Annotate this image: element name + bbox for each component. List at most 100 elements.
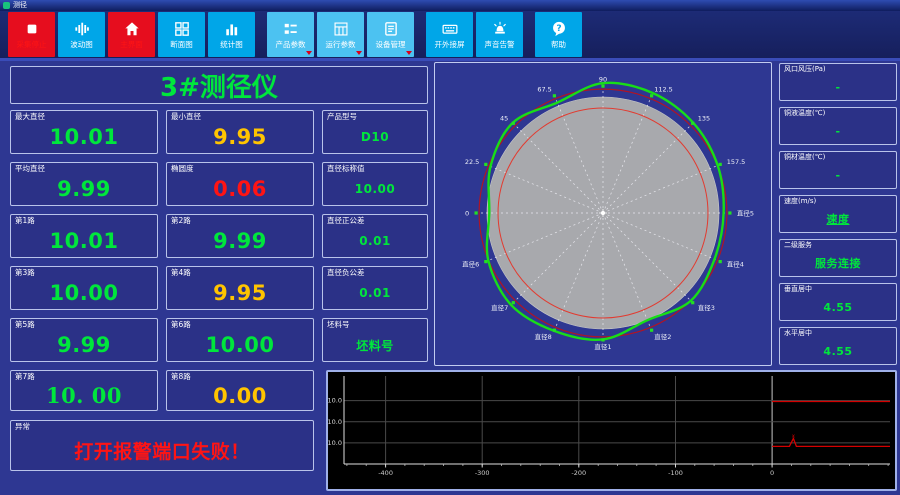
main-screen-button[interactable]: 主界面 [108, 12, 155, 57]
field-label: 最小直径 [171, 112, 201, 121]
field-label: 平均直径 [15, 164, 45, 173]
field-label: 最大直径 [15, 112, 45, 121]
dropdown-arrow-icon [356, 51, 362, 55]
vertical-center-value: 4.55 [823, 300, 853, 314]
dropdown-arrow-icon [306, 51, 312, 55]
panel-label: 铜材温度(℃) [784, 153, 826, 161]
panel-label: 铜液温度(℃) [784, 109, 826, 117]
toolbar-button-label: 断面图 [170, 39, 193, 49]
help-button[interactable]: ? 帮助 [535, 12, 582, 57]
svg-text:?: ? [556, 24, 561, 34]
nominal-diameter-field: 直径标称值 10.00 [322, 162, 428, 206]
run-params-icon [333, 21, 349, 38]
external-screen-button[interactable]: 开外接屏 [426, 12, 473, 57]
stats-chart-button[interactable]: 统计图 [208, 12, 255, 57]
field-value: 9.99 [57, 333, 111, 357]
toolbar-button-label: 帮助 [551, 39, 566, 49]
channel-2-field: 第2路 9.99 [166, 214, 314, 258]
device-manage-button[interactable]: 设备管理 [367, 12, 414, 57]
tuyere-pressure-value: - [835, 80, 841, 94]
svg-text:直径5: 直径5 [737, 208, 754, 217]
dropdown-arrow-icon [406, 51, 412, 55]
field-value: 10.00 [354, 182, 396, 196]
minus-tolerance-field: 直径负公差 0.01 [322, 266, 428, 310]
field-value: 0.00 [213, 383, 267, 408]
trend-chart-svg: 10.010.010.0-400 -300 -200 -100 0x [328, 372, 893, 487]
field-label: 坯料号 [327, 320, 350, 329]
stop-icon [24, 21, 40, 38]
app-window: 测径 采集停止 波动图 主界面 断面图 统计图 产品参数 运行参数 设备管理 开外接屏 声音告警?… [0, 0, 900, 495]
sound-alarm-icon [492, 21, 508, 38]
spoke-marker-icon [728, 211, 732, 215]
horizontal-center-panel: 水平居中 4.55 [779, 327, 897, 365]
field-value: 打开报警端口失败！ [74, 441, 250, 463]
horizontal-center-value: 4.55 [823, 344, 853, 358]
window-title: 测径 [13, 1, 27, 9]
svg-text:10.0: 10.0 [328, 418, 342, 426]
spoke-marker-icon [474, 211, 478, 215]
field-value: 0.01 [359, 286, 391, 300]
collect-stop-button[interactable]: 采集停止 [8, 12, 55, 57]
max-diameter-field: 最大直径 10.01 [10, 110, 158, 154]
copper-liquid-temp-panel: 铜液温度(℃) - [779, 107, 897, 145]
toolbar-button-label: 设备管理 [375, 39, 406, 49]
wave-chart-button[interactable]: 波动图 [58, 12, 105, 57]
svg-text:0: 0 [465, 209, 469, 217]
barchart-icon [224, 21, 240, 38]
sound-alarm-button[interactable]: 声音告警 [476, 12, 523, 57]
help-icon: ? [551, 21, 567, 38]
min-diameter-field: 最小直径 9.95 [166, 110, 314, 154]
svg-text:157.5: 157.5 [727, 158, 746, 166]
field-value: 10.01 [49, 229, 119, 253]
speed-panel: 速度(m/s) 速度 [779, 195, 897, 233]
spoke-marker-icon [691, 301, 695, 305]
svg-text:45: 45 [500, 115, 508, 123]
product-params-button[interactable]: 产品参数 [267, 12, 314, 57]
diameter-trend-chart: 10.0 10.0 10.0 -400 -300 -200 -100 0 x [326, 370, 897, 491]
svg-text:-100: -100 [668, 469, 683, 477]
gauge-title: 3#测径仪 [10, 66, 428, 104]
channel-4-field: 第4路 9.95 [166, 266, 314, 310]
vertical-center-panel: 垂直居中 4.55 [779, 283, 897, 321]
polar-chart-svg: 0 22.5 45 67.5 90 112.5 135 157.5 直径5 直径4 直径3 直径2 直径… [462, 75, 754, 351]
secondary-service-value: 服务连接 [815, 257, 861, 270]
run-params-button[interactable]: 运行参数 [317, 12, 364, 57]
tuyere-pressure-panel: 风口风压(Pa) - [779, 63, 897, 101]
toolbar-button-label: 波动图 [70, 39, 93, 49]
panel-label: 二级服务 [784, 241, 812, 249]
toolbar-button-label: 主界面 [120, 39, 143, 49]
spoke-marker-icon [650, 328, 654, 332]
spoke-marker-icon [484, 162, 488, 166]
plus-tolerance-field: 直径正公差 0.01 [322, 214, 428, 258]
product-model-field: 产品型号 D10 [322, 110, 428, 154]
toolbar-button-label: 开外接屏 [434, 39, 465, 49]
toolbar-button-label: 采集停止 [16, 39, 47, 49]
device-icon [383, 21, 399, 38]
channel-6-field: 第6路 10.00 [166, 318, 314, 362]
billet-number-field: 坯料号 坯料号 [322, 318, 428, 362]
field-value: 10. 00 [45, 383, 123, 408]
spoke-marker-icon [484, 260, 488, 264]
svg-text:直径6: 直径6 [462, 260, 479, 269]
toolbar: 采集停止 波动图 主界面 断面图 统计图 产品参数 运行参数 设备管理 开外接屏 声音告警? 帮助 [0, 11, 900, 58]
field-value: 10.00 [49, 281, 119, 305]
field-label: 椭圆度 [171, 164, 194, 173]
speed-value[interactable]: 速度 [780, 206, 896, 232]
spoke-marker-icon [601, 84, 605, 88]
svg-text:直径2: 直径2 [654, 332, 671, 341]
svg-text:直径3: 直径3 [698, 303, 715, 312]
svg-text:67.5: 67.5 [537, 86, 551, 94]
field-value: 9.95 [213, 125, 267, 149]
section-chart-button[interactable]: 断面图 [158, 12, 205, 57]
toolbar-button-label: 声音告警 [484, 39, 515, 49]
svg-text:10.0: 10.0 [328, 439, 342, 447]
field-label: 第5路 [15, 320, 35, 329]
field-value: 10.00 [205, 333, 275, 357]
toolbar-divider [0, 58, 900, 61]
channel-1-field: 第1路 10.01 [10, 214, 158, 258]
toolbar-button-label: 统计图 [220, 39, 243, 49]
section-icon [174, 21, 190, 38]
copper-liquid-temp-value: - [835, 124, 841, 138]
titlebar: 测径 [0, 0, 900, 11]
field-label: 第3路 [15, 268, 35, 277]
